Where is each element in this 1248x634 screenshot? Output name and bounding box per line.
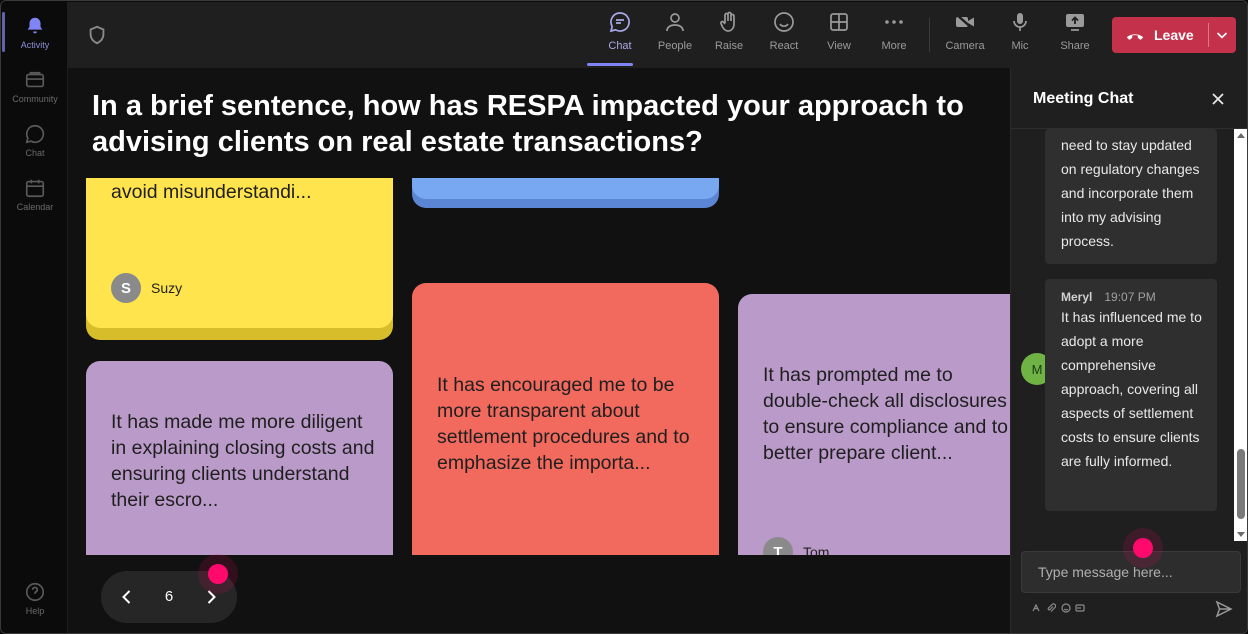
meeting-toolbar: Chat People Raise React View More Camera	[68, 2, 1247, 68]
emoji-icon[interactable]	[1061, 603, 1071, 613]
sticky-note-text: It has encouraged me to be more transpar…	[437, 374, 690, 474]
people-button[interactable]: People	[652, 10, 698, 62]
chat-icon	[25, 124, 45, 143]
grid-view-icon	[830, 13, 848, 31]
chat-message: Meryl 19:07 PM It has influenced me to a…	[1045, 279, 1217, 511]
question-title: In a brief sentence, how has RESPA impac…	[92, 90, 964, 158]
rail-item-calendar[interactable]: Calendar	[2, 168, 68, 220]
sticky-note-text: avoid misunderstandi...	[111, 181, 312, 203]
pointer-indicator	[208, 564, 228, 584]
chat-messages: need to stay updated on regulatory chang…	[1011, 129, 1247, 541]
mic-button[interactable]: Mic	[997, 10, 1043, 62]
leave-button[interactable]: Leave	[1112, 17, 1236, 53]
scroll-up-arrow-icon[interactable]	[1236, 131, 1246, 141]
leave-split-divider	[1208, 23, 1209, 47]
leave-button-label: Leave	[1154, 27, 1194, 43]
author-name: Tom	[803, 544, 830, 555]
chat-message: need to stay updated on regulatory chang…	[1045, 129, 1217, 264]
view-button[interactable]: View	[816, 10, 862, 62]
chevron-left-icon[interactable]	[117, 587, 137, 607]
calendar-icon	[25, 179, 45, 197]
sticky-note[interactable]: It has encouraged me to be more transpar…	[412, 283, 719, 555]
gif-icon[interactable]	[1075, 603, 1085, 613]
chat-title: Meeting Chat	[1033, 90, 1134, 107]
message-timestamp: 19:07 PM	[1104, 290, 1156, 304]
share-button[interactable]: Share	[1052, 10, 1098, 62]
scrollbar-thumb[interactable]	[1237, 449, 1245, 519]
sticky-note-text: It has made me more diligent in explaini…	[111, 411, 375, 511]
rail-label-activity: Activity	[20, 39, 50, 50]
rail-label-help: Help	[25, 605, 45, 616]
sticky-note-text: It has prompted me to double-check all d…	[763, 364, 1008, 464]
sender-name: Meryl	[1061, 290, 1093, 304]
shield-icon[interactable]	[86, 24, 108, 46]
format-icon[interactable]	[1031, 603, 1041, 613]
sticky-note[interactable]: It has prompted me to double-check all d…	[738, 294, 1010, 555]
camera-off-icon	[955, 13, 975, 31]
scroll-down-arrow-icon[interactable]	[1236, 529, 1246, 539]
raise-button-label: Raise	[714, 40, 744, 52]
close-icon[interactable]	[1210, 91, 1226, 107]
page-number: 6	[164, 588, 174, 605]
more-button[interactable]: More	[871, 10, 917, 62]
smiley-icon	[774, 12, 794, 32]
app-rail: Activity Community Chat Calendar Help	[2, 2, 68, 633]
react-button-label: React	[769, 40, 799, 52]
meeting-chat-panel: Meeting Chat need to stay updated on reg…	[1010, 68, 1247, 633]
person-icon	[666, 13, 684, 32]
rail-item-chat[interactable]: Chat	[2, 114, 68, 166]
rail-label-chat: Chat	[25, 147, 45, 158]
avatar: S	[111, 273, 141, 303]
sticky-note[interactable]: avoid misunderstandi... S Suzy	[86, 178, 393, 328]
sticky-note[interactable]: It has made me more diligent in explaini…	[86, 361, 393, 555]
sticky-note-author: S Suzy	[111, 273, 182, 303]
rail-item-community[interactable]: Community	[2, 60, 68, 112]
sticky-note-author: T Tom	[763, 537, 829, 555]
bell-icon	[27, 17, 43, 33]
chat-message-text: It has influenced me to adopt a more com…	[1061, 309, 1202, 469]
community-icon	[25, 71, 45, 87]
send-icon[interactable]	[1215, 600, 1233, 618]
chevron-down-icon[interactable]	[1214, 27, 1230, 43]
raise-hand-button[interactable]: Raise	[706, 10, 752, 62]
share-button-label: Share	[1060, 40, 1090, 52]
rail-label-community: Community	[12, 93, 58, 104]
meeting-window: Activity Community Chat Calendar Help Ch…	[0, 0, 1248, 634]
poll-stage: In a brief sentence, how has RESPA impac…	[68, 68, 1010, 633]
hang-up-icon	[1126, 34, 1144, 40]
share-screen-icon	[1066, 14, 1084, 31]
avatar-initial: M	[1031, 361, 1043, 377]
chat-message-text: need to stay updated on regulatory chang…	[1061, 137, 1200, 249]
more-dots-icon	[885, 20, 903, 24]
camera-button[interactable]: Camera	[942, 10, 988, 62]
chat-header: Meeting Chat	[1011, 68, 1247, 129]
camera-button-label: Camera	[945, 40, 985, 52]
rail-label-calendar: Calendar	[16, 201, 54, 212]
chat-icon	[609, 12, 630, 33]
rail-item-activity[interactable]: Activity	[2, 6, 68, 58]
sticky-notes-board: avoid misunderstandi... S Suzy It has ma…	[68, 178, 1010, 555]
mic-button-label: Mic	[1011, 40, 1029, 52]
message-input[interactable]	[1022, 552, 1240, 592]
chat-scrollbar[interactable]	[1234, 129, 1247, 541]
view-button-label: View	[827, 40, 851, 52]
author-name: Suzy	[151, 280, 183, 296]
chat-button[interactable]: Chat	[587, 10, 643, 66]
chat-message-meta: Meryl 19:07 PM	[1061, 289, 1207, 305]
raise-hand-icon	[720, 11, 735, 32]
rail-item-help[interactable]: Help	[2, 572, 68, 624]
people-button-label: People	[657, 40, 693, 52]
attach-icon[interactable]	[1046, 603, 1056, 613]
help-icon	[25, 582, 45, 601]
pointer-indicator	[1133, 538, 1153, 558]
chevron-right-icon[interactable]	[201, 587, 221, 607]
chat-button-label: Chat	[608, 40, 632, 52]
more-button-label: More	[881, 40, 907, 52]
avatar: T	[763, 537, 793, 555]
react-button[interactable]: React	[761, 10, 807, 62]
sticky-note[interactable]	[412, 178, 719, 199]
toolbar-divider	[929, 18, 930, 52]
microphone-icon	[1013, 13, 1027, 31]
message-input-box[interactable]	[1021, 551, 1241, 593]
